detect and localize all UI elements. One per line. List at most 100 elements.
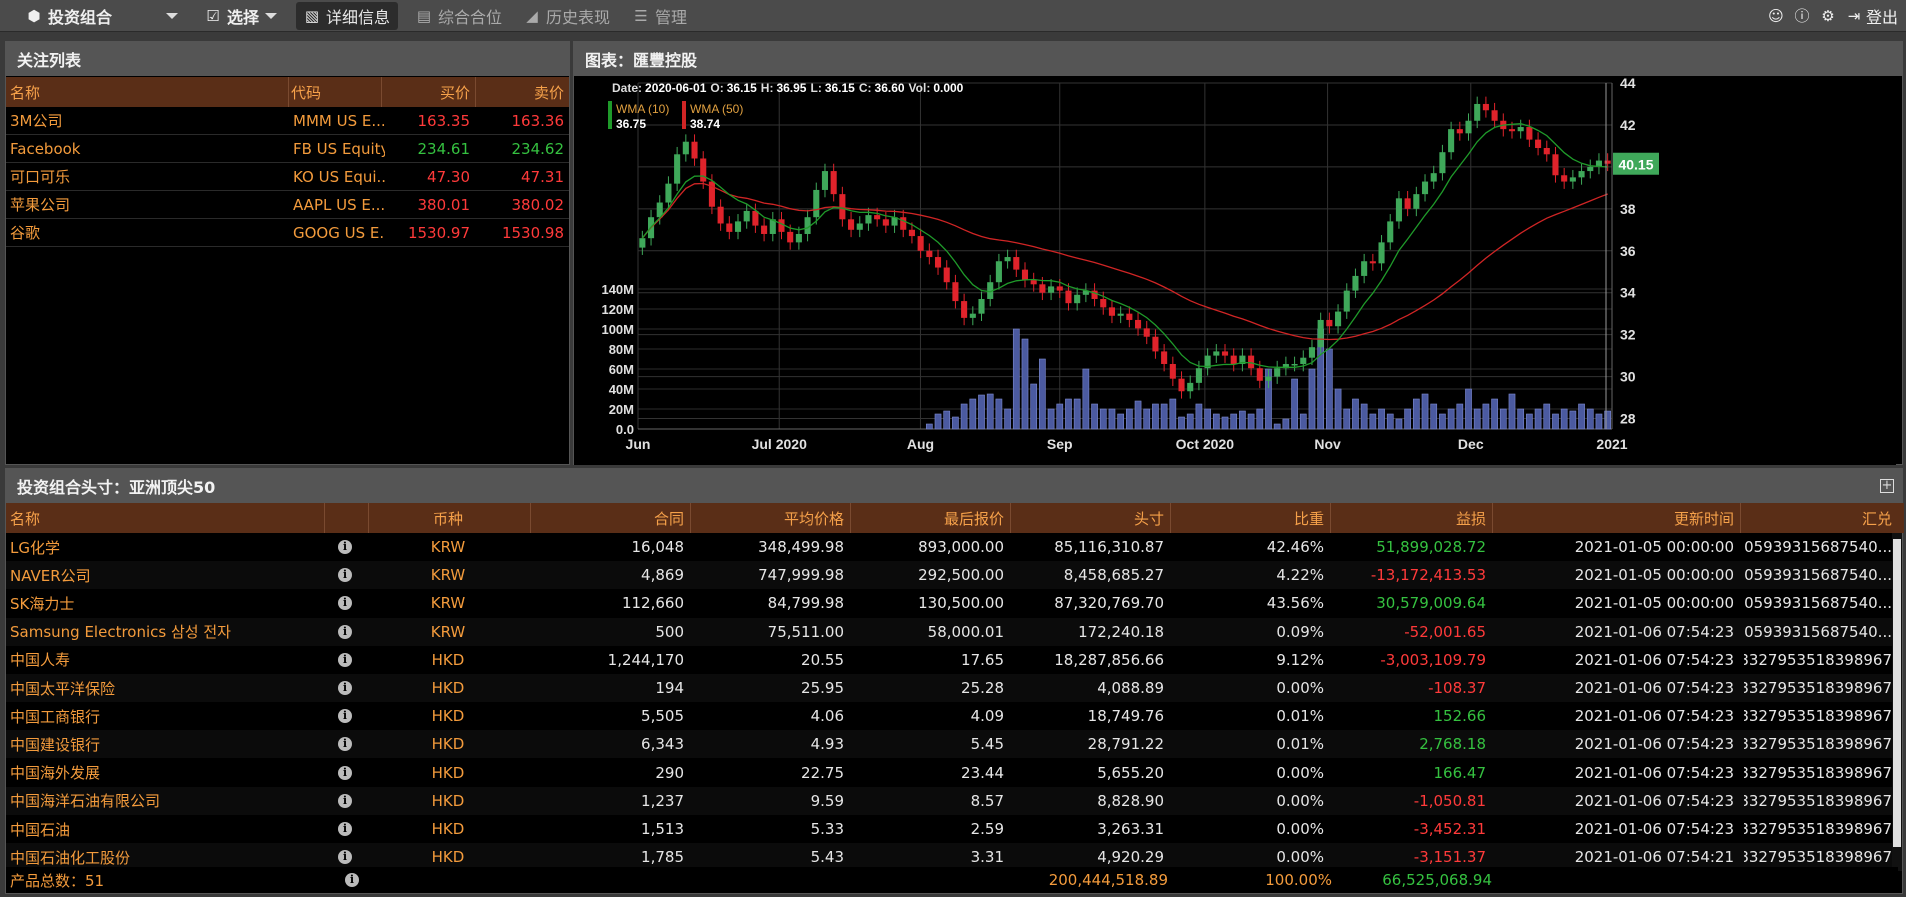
- row-info-cell[interactable]: i: [328, 815, 362, 843]
- legend-swatch: [682, 101, 686, 129]
- portfolio-dropdown-button[interactable]: [166, 0, 178, 32]
- tab-history[interactable]: ◢ 历史表现: [524, 0, 610, 32]
- logout-button[interactable]: ⇥ 登出: [1846, 4, 1898, 28]
- candle-body: [1169, 363, 1176, 379]
- candle-body: [821, 171, 829, 190]
- watchlist-col-bid[interactable]: 买价: [382, 77, 470, 107]
- scrollbar-thumb[interactable]: [1893, 539, 1901, 847]
- info-icon[interactable]: i: [338, 652, 352, 667]
- gear-icon[interactable]: ⚙: [1820, 8, 1836, 24]
- portfolio-row[interactable]: Samsung Electronics 삼성 전자 i KRW 500 75,511.0…: [6, 617, 1898, 646]
- volume-bar: [1282, 418, 1290, 430]
- portfolio-row[interactable]: SK海力士 i KRW 112,660 84,799.98 130,500.00 87,32…: [6, 589, 1898, 617]
- portfolio-col-currency[interactable]: 币种: [372, 503, 524, 533]
- tab-overview[interactable]: ▤ 综合合位: [416, 0, 502, 32]
- user-icon[interactable]: ☺: [1768, 8, 1784, 24]
- expand-icon[interactable]: +: [1880, 479, 1894, 493]
- info-icon[interactable]: i: [338, 596, 352, 611]
- candle-body: [1013, 257, 1020, 270]
- portfolio-currency: HKD: [431, 735, 465, 754]
- row-info-cell[interactable]: i: [328, 730, 362, 758]
- candle-body: [1195, 368, 1202, 383]
- candle-body: [778, 219, 785, 232]
- tab-manage[interactable]: ☰ 管理: [633, 0, 687, 32]
- info-icon[interactable]: i: [338, 709, 352, 724]
- portfolio-row[interactable]: 中国太平洋保险 i HKD 194 25.95 25.28 4,088.89 0.00% -10…: [6, 674, 1898, 702]
- portfolio-col-weight[interactable]: 比重: [1174, 503, 1324, 533]
- portfolio-scrollbar[interactable]: [1892, 533, 1902, 871]
- row-info-cell[interactable]: i: [328, 561, 362, 589]
- portfolio-name: 中国工商银行: [10, 707, 101, 726]
- info-icon[interactable]: ⓘ: [1794, 8, 1810, 24]
- watchlist-row[interactable]: 可口可乐 KO US Equi... 47.30 47.31: [6, 163, 569, 191]
- portfolio-col-position[interactable]: 头寸: [1014, 503, 1164, 533]
- portfolio-col-avg-price[interactable]: 平均价格: [694, 503, 844, 533]
- volume-bar: [1178, 416, 1185, 430]
- portfolio-menu[interactable]: ⬢ 投资组合: [26, 0, 112, 32]
- portfolio-col-update-time[interactable]: 更新时间: [1496, 503, 1734, 533]
- candle-body: [1430, 173, 1437, 182]
- select-menu[interactable]: ☑ 选择: [205, 0, 278, 32]
- info-icon[interactable]: i: [338, 568, 352, 583]
- portfolio-row[interactable]: NAVER公司 i KRW 4,869 747,999.98 292,500.00 8,45…: [6, 561, 1898, 590]
- portfolio-avg-price: 747,999.98: [758, 566, 844, 585]
- portfolio-contracts: 4,869: [641, 566, 684, 585]
- watchlist-row[interactable]: 谷歌 GOOG US E... 1530.97 1530.98: [6, 219, 569, 247]
- info-icon[interactable]: i: [338, 850, 352, 865]
- candle-body: [1265, 376, 1272, 381]
- tab-history-label: 历史表现: [546, 8, 611, 27]
- row-info-cell[interactable]: i: [328, 646, 362, 674]
- info-icon[interactable]: i: [338, 540, 352, 554]
- watchlist-row[interactable]: 苹果公司 AAPL US E... 380.01 380.02: [6, 191, 569, 219]
- row-info-cell[interactable]: i: [328, 759, 362, 787]
- row-info-cell[interactable]: i: [328, 533, 362, 561]
- info-icon[interactable]: i: [338, 765, 352, 780]
- candle-body: [682, 141, 689, 155]
- info-icon[interactable]: i: [338, 793, 352, 808]
- row-info-cell[interactable]: i: [328, 589, 362, 617]
- portfolio-col-pnl[interactable]: 益损: [1334, 503, 1486, 533]
- row-info-cell[interactable]: i: [328, 787, 362, 815]
- row-info-cell[interactable]: i: [328, 702, 362, 730]
- portfolio-col-last-price[interactable]: 最后报价: [854, 503, 1004, 533]
- portfolio-currency: HKD: [431, 650, 465, 669]
- price-tick-label: 28: [1620, 411, 1636, 427]
- volume-bar: [1430, 403, 1438, 430]
- tab-detail[interactable]: ▧ 详细信息: [296, 2, 399, 30]
- info-icon[interactable]: i: [338, 822, 352, 836]
- portfolio-col-name[interactable]: 名称: [10, 503, 318, 533]
- portfolio-col-fx-rate[interactable]: 汇兑: [1744, 503, 1892, 533]
- watchlist-col-code[interactable]: 代码: [291, 77, 381, 107]
- x-tick-label: Nov: [1314, 436, 1341, 452]
- info-icon[interactable]: i: [345, 873, 359, 887]
- candle-body: [1343, 290, 1350, 312]
- portfolio-col-contracts[interactable]: 合同: [534, 503, 684, 533]
- portfolio-row[interactable]: 中国人寿 i HKD 1,244,170 20.55 17.65 18,287,856.66…: [6, 646, 1898, 674]
- portfolio-row[interactable]: LG化学 i KRW 16,048 348,499.98 893,000.00 85,116…: [6, 533, 1898, 561]
- portfolio-row[interactable]: 中国海外发展 i HKD 290 22.75 23.44 5,655.20 0.00% 166.…: [6, 759, 1898, 787]
- price-chart[interactable]: 444240383634323028140M120M100M80M60M40M2…: [574, 75, 1896, 465]
- portfolio-row[interactable]: 中国建设银行 i HKD 6,343 4.93 5.45 28,791.22 0.01% 2,7…: [6, 730, 1898, 759]
- info-icon[interactable]: i: [338, 624, 352, 639]
- watchlist-col-name[interactable]: 名称: [10, 77, 288, 107]
- candle-body: [969, 313, 976, 318]
- volume-bar: [1152, 403, 1159, 430]
- portfolio-contracts: 16,048: [631, 538, 685, 556]
- row-info-cell[interactable]: i: [328, 618, 362, 646]
- info-icon[interactable]: i: [338, 681, 352, 695]
- candle-body: [1491, 110, 1498, 121]
- chart-area[interactable]: 444240383634323028140M120M100M80M60M40M2…: [574, 75, 1896, 465]
- candle-body: [1248, 355, 1255, 369]
- row-info-cell[interactable]: i: [328, 674, 362, 702]
- portfolio-row[interactable]: 中国海洋石油有限公司 i HKD 1,237 9.59 8.57 8,828.90 0.00%…: [6, 786, 1898, 815]
- portfolio-row[interactable]: 中国石油 i HKD 1,513 5.33 2.59 3,263.31 0.00% -3,452…: [6, 815, 1898, 843]
- portfolio-col-info[interactable]: [328, 503, 362, 533]
- portfolio-row[interactable]: 中国工商银行 i HKD 5,505 4.06 4.09 18,749.76 0.01% 152…: [6, 702, 1898, 730]
- candle-body: [761, 225, 768, 234]
- info-icon[interactable]: i: [338, 737, 352, 752]
- footer-info-cell[interactable]: i: [334, 867, 370, 893]
- watchlist-col-ask[interactable]: 卖价: [476, 77, 564, 107]
- watchlist-row[interactable]: Facebook FB US Equity 234.61 234.62: [6, 135, 569, 163]
- watchlist-row[interactable]: 3M公司 MMM US E... 163.35 163.36: [6, 107, 569, 135]
- candle-body: [1526, 127, 1533, 140]
